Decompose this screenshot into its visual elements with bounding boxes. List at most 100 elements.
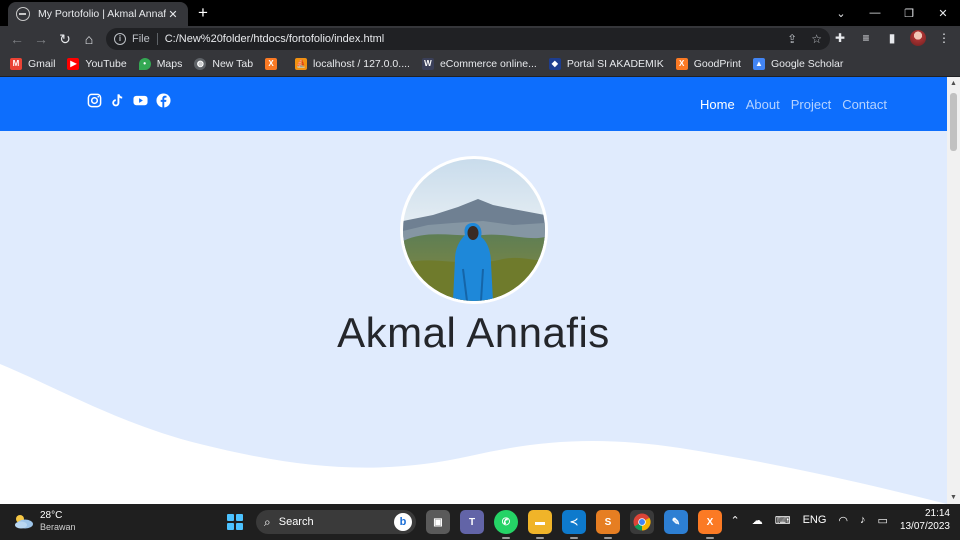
nav-project[interactable]: Project	[791, 97, 831, 112]
globe-icon: ◍	[194, 58, 207, 70]
bing-icon[interactable]: b	[394, 513, 412, 531]
search-label: Search	[278, 516, 314, 528]
volume-icon[interactable]: ♪	[860, 514, 866, 526]
extensions-icon[interactable]: ✚	[832, 30, 848, 46]
facebook-icon[interactable]	[156, 93, 171, 108]
main-menu: Home About Project Contact	[700, 97, 887, 112]
weather-widget[interactable]: 28°C Berawan	[12, 510, 76, 532]
bookmark-label: localhost / 127.0.0....	[313, 58, 410, 70]
bookmark-scholar[interactable]: ▲ Google Scholar	[752, 58, 844, 70]
wifi-icon[interactable]: ◠	[838, 514, 848, 527]
bookmark-label: GoodPrint	[693, 58, 741, 70]
bookmark-localhost[interactable]: ⛵ localhost / 127.0.0....	[295, 58, 410, 70]
menu-dots-icon[interactable]: ⋮	[936, 30, 952, 46]
bookmark-maps[interactable]: • Maps	[138, 58, 183, 70]
url-text[interactable]: C:/New%20folder/htdocs/fortofolio/index.…	[165, 33, 773, 45]
chrome-icon[interactable]	[630, 510, 654, 534]
maps-icon: •	[138, 58, 151, 70]
scroll-up-icon[interactable]: ▲	[947, 77, 960, 90]
language-indicator[interactable]: ENG	[803, 514, 827, 526]
instagram-icon[interactable]	[87, 93, 102, 108]
bookmark-xampp[interactable]: X	[265, 58, 283, 70]
paint-icon[interactable]: ✎	[664, 510, 688, 534]
forward-arrow-icon[interactable]: →	[32, 30, 50, 48]
bookmark-goodprint[interactable]: X GoodPrint	[675, 58, 741, 70]
bookmark-youtube[interactable]: ▶ YouTube	[67, 58, 127, 70]
windows-start-icon[interactable]	[224, 511, 246, 533]
file-explorer-icon[interactable]: ▬	[528, 510, 552, 539]
bookmark-label: eCommerce online...	[439, 58, 537, 70]
share-icon[interactable]: ⇪	[787, 32, 797, 46]
bookmark-ecommerce[interactable]: W eCommerce online...	[421, 58, 537, 70]
page-scrollbar[interactable]: ▲ ▼	[947, 77, 960, 504]
youtube-icon: ▶	[67, 58, 80, 70]
profile-avatar[interactable]	[910, 30, 926, 46]
side-panel-icon[interactable]: ▮	[884, 30, 900, 46]
back-arrow-icon[interactable]: ←	[8, 30, 26, 48]
nav-contact[interactable]: Contact	[842, 97, 887, 112]
window-controls: ⌄ — ❐ ✕	[824, 0, 960, 26]
minimize-button[interactable]: —	[858, 0, 892, 26]
close-window-button[interactable]: ✕	[926, 0, 960, 26]
omnibox-divider	[156, 33, 158, 45]
browser-tab-strip: My Portofolio | Akmal Annafis ✕ + ⌄ — ❐ …	[0, 0, 960, 26]
bookmark-label: Google Scholar	[770, 58, 844, 70]
xampp-icon[interactable]: X	[698, 510, 722, 539]
weather-description: Berawan	[40, 522, 76, 532]
hero-name: Akmal Annafis	[337, 309, 610, 356]
bookmark-new-tab[interactable]: ◍ New Tab	[194, 58, 253, 70]
scroll-down-icon[interactable]: ▼	[947, 491, 960, 504]
tab-search-icon[interactable]: ⌄	[824, 0, 858, 26]
keyboard-icon[interactable]: ⌨	[775, 514, 791, 527]
bookmark-gmail[interactable]: M Gmail	[10, 58, 55, 70]
scroll-thumb[interactable]	[950, 93, 957, 151]
taskbar: 28°C Berawan ⌕ Search b ▣ T ✆ ▬ ≺ S ✎ X	[0, 504, 960, 540]
cloudy-icon	[15, 515, 33, 529]
youtube-icon[interactable]	[133, 93, 148, 108]
bookmark-label: Maps	[156, 58, 183, 70]
taskbar-search[interactable]: ⌕ Search b	[256, 510, 416, 534]
home-icon[interactable]: ⌂	[80, 30, 98, 48]
whatsapp-icon[interactable]: ✆	[494, 510, 518, 539]
sublime-text-icon[interactable]: S	[596, 510, 620, 539]
new-tab-button[interactable]: +	[194, 4, 212, 22]
site-navbar: Home About Project Contact	[0, 77, 947, 131]
scheme-label: File	[132, 33, 150, 45]
tab-close-icon[interactable]: ✕	[166, 8, 180, 21]
search-icon: ⌕	[264, 514, 271, 529]
weather-temperature: 28°C	[40, 510, 63, 521]
nav-about[interactable]: About	[746, 97, 780, 112]
w3-icon: W	[421, 58, 434, 70]
chevron-up-icon[interactable]: ⌃	[730, 514, 739, 527]
bookmark-label: New Tab	[212, 58, 254, 70]
media-control-icon[interactable]: ≡	[858, 30, 874, 46]
reload-icon[interactable]: ↻	[56, 30, 74, 48]
portal-icon: ◆	[548, 58, 561, 70]
scholar-icon: ▲	[752, 58, 765, 70]
restore-button[interactable]: ❐	[892, 0, 926, 26]
nav-home[interactable]: Home	[700, 97, 735, 112]
social-links	[87, 93, 171, 108]
onedrive-icon[interactable]: ☁	[752, 514, 763, 527]
globe-icon	[16, 7, 30, 21]
browser-tab[interactable]: My Portofolio | Akmal Annafis ✕	[8, 2, 188, 26]
bookmark-label: YouTube	[85, 58, 127, 70]
page-viewport: Home About Project Contact Akmal Annafis	[0, 77, 947, 504]
clock[interactable]: 21:14 13/07/2023	[900, 508, 950, 532]
tab-title: My Portofolio | Akmal Annafis	[38, 8, 166, 20]
bookmark-star-icon[interactable]: ☆	[811, 32, 822, 46]
xampp-icon: X	[265, 58, 278, 70]
address-bar[interactable]: i File C:/New%20folder/htdocs/fortofolio…	[106, 28, 830, 50]
info-icon[interactable]: i	[114, 33, 126, 45]
bookmark-portal[interactable]: ◆ Portal SI AKADEMIK	[548, 58, 664, 70]
tiktok-icon[interactable]	[110, 93, 125, 108]
clock-date: 13/07/2023	[899, 521, 950, 532]
teams-icon[interactable]: T	[460, 510, 484, 534]
browser-toolbar: ← → ↻ ⌂ i File C:/New%20folder/htdocs/fo…	[0, 26, 960, 52]
bookmarks-bar: M Gmail ▶ YouTube • Maps ◍ New Tab X ⛵ l…	[0, 52, 960, 76]
battery-icon[interactable]: ▭	[878, 514, 888, 527]
vscode-icon[interactable]: ≺	[562, 510, 586, 539]
task-view-icon[interactable]: ▣	[426, 510, 450, 534]
hero-section: Akmal Annafis	[0, 131, 947, 504]
bookmark-label: Portal SI AKADEMIK	[566, 58, 664, 70]
